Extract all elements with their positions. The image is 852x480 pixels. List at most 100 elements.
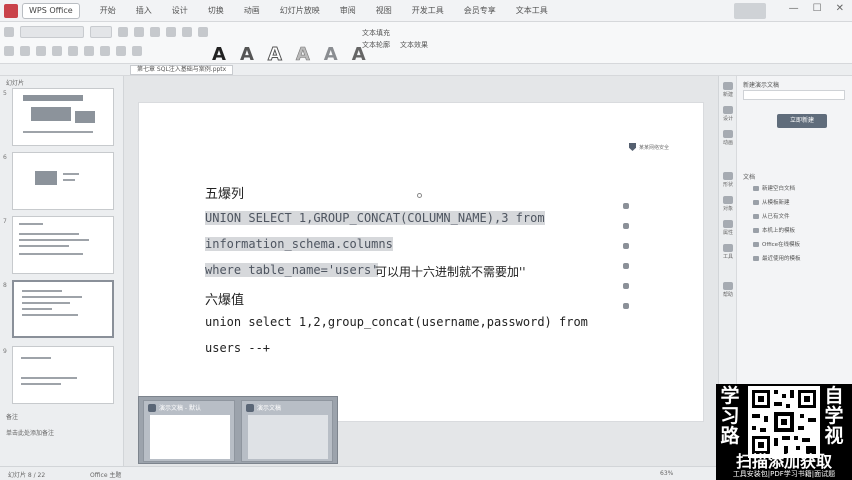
heading-column-dump: 五爆列 (205, 187, 245, 202)
strip-label: 属性 (722, 230, 733, 236)
create-new-button[interactable]: 立即新建 (777, 114, 827, 128)
maximize-icon[interactable]: ☐ (813, 3, 822, 14)
strip-design[interactable]: 设计 (722, 106, 734, 122)
slide-thumbnail-9[interactable] (12, 346, 114, 404)
qr-code-icon[interactable] (748, 386, 820, 458)
ribbon-row-1 (4, 26, 208, 38)
quick-tool-icon[interactable] (623, 263, 629, 269)
sql-line-4: union select 1,2,group_concat(username,p… (205, 315, 588, 329)
menu-item-design[interactable]: 设计 (172, 5, 188, 16)
menu-item-devtools[interactable]: 开发工具 (412, 5, 444, 16)
menu-item-member[interactable]: 会员专享 (464, 5, 496, 16)
document-tab[interactable]: 第七章 SQL注入基础与案例.pptx (130, 65, 234, 75)
italic-icon[interactable] (20, 46, 30, 56)
slide-thumbnail-5[interactable] (12, 88, 114, 146)
window-preview-1[interactable]: 演示文稿 - 默认 (143, 400, 235, 462)
menu-item-start[interactable]: 开始 (100, 5, 116, 16)
task-pane-item[interactable]: 从模板新建 (753, 198, 790, 206)
notes-label: 备注 (6, 414, 19, 421)
slide-thumbnail-8[interactable] (12, 280, 114, 338)
numbering-icon[interactable] (182, 27, 192, 37)
strip-animation[interactable]: 动画 (722, 130, 734, 146)
text-style-4[interactable]: A (296, 45, 311, 64)
menu-item-review[interactable]: 审阅 (340, 5, 356, 16)
close-icon[interactable]: ✕ (836, 3, 844, 14)
menu-item-texttools[interactable]: 文本工具 (516, 5, 548, 16)
text-outline-button[interactable]: 文本轮廓 (362, 40, 390, 50)
slide-thumbnail-7[interactable] (12, 216, 114, 274)
menu-item-animation[interactable]: 动画 (244, 5, 260, 16)
align-left-icon[interactable] (100, 46, 110, 56)
strip-help[interactable]: 帮助 (722, 282, 734, 298)
task-pane-item[interactable]: 从已有文件 (753, 212, 790, 220)
task-pane-item-label: 新建空白文档 (762, 186, 796, 192)
task-pane-item[interactable]: 本机上的模板 (753, 226, 795, 234)
grow-font-icon[interactable] (118, 27, 128, 37)
menu-item-slideshow[interactable]: 幻灯片放映 (280, 5, 320, 16)
slide-thumbnail-6[interactable] (12, 152, 114, 210)
font-name-select[interactable] (20, 26, 84, 38)
strip-object[interactable]: 对象 (722, 196, 734, 212)
task-pane-item-label: 最近使用的模板 (762, 256, 801, 262)
strip-properties[interactable]: 属性 (722, 220, 734, 236)
animation-icon (723, 130, 733, 138)
promo-char: 学 (824, 405, 844, 427)
shadow-icon[interactable] (68, 46, 78, 56)
text-fill-button[interactable]: 文本填充 (362, 28, 390, 38)
strip-new[interactable]: 新建 (722, 82, 734, 98)
window-preview-2[interactable]: 演示文稿 (241, 400, 333, 462)
doc-icon (753, 213, 759, 219)
app-logo-icon[interactable] (4, 3, 18, 18)
strip-label: 动画 (722, 140, 733, 146)
task-pane-item[interactable]: 新建空白文档 (753, 184, 795, 192)
text-effect-button[interactable]: 文本效果 (400, 40, 428, 50)
promo-char: 路 (720, 425, 740, 447)
thumb-number: 6 (3, 154, 7, 161)
new-icon (723, 82, 733, 90)
quick-tool-icon[interactable] (623, 283, 629, 289)
strip-shape[interactable]: 形状 (722, 172, 734, 188)
heading-value-dump: 六爆值 (205, 293, 245, 308)
menu-bar: WPS Office 开始 插入 设计 切换 动画 幻灯片放映 审阅 视图 开发… (0, 0, 852, 22)
quick-tool-icon[interactable] (623, 203, 629, 209)
template-search-input[interactable] (743, 90, 845, 100)
quick-tool-icon[interactable] (623, 223, 629, 229)
menu-item-view[interactable]: 视图 (376, 5, 392, 16)
task-pane-item-label: 本机上的模板 (762, 228, 796, 234)
strike-icon[interactable] (52, 46, 62, 56)
text-style-5[interactable]: A (324, 46, 338, 64)
account-button[interactable] (734, 3, 766, 19)
shrink-font-icon[interactable] (134, 27, 144, 37)
status-bar: 幻灯片 8 / 22 Office 主题 63% (0, 466, 716, 480)
font-size-select[interactable] (90, 26, 112, 38)
task-pane-item[interactable]: 最近使用的模板 (753, 254, 801, 262)
bold-icon[interactable] (4, 46, 14, 56)
underline-icon[interactable] (36, 46, 46, 56)
paste-icon[interactable] (4, 27, 14, 37)
text-style-3[interactable]: A (267, 45, 282, 64)
quick-tool-icon[interactable] (623, 243, 629, 249)
promo-char: 视 (824, 425, 844, 447)
strip-label: 设计 (722, 116, 733, 122)
window-controls: — ☐ ✕ (789, 3, 844, 14)
align-center-icon[interactable] (116, 46, 126, 56)
task-pane-item-label: 从模板新建 (762, 200, 790, 206)
app-tab[interactable]: WPS Office (22, 2, 80, 19)
current-slide[interactable]: 某某网络安全 五爆列 UNION SELECT 1,GROUP_CONCAT(C… (138, 102, 704, 422)
menu-item-transition[interactable]: 切换 (208, 5, 224, 16)
text-style-1[interactable]: A (212, 46, 226, 64)
task-pane-item[interactable]: Office在线模板 (753, 240, 800, 248)
align-right-icon[interactable] (132, 46, 142, 56)
clear-format-icon[interactable] (150, 27, 160, 37)
slide-thumbnails-panel: 幻灯片 5 6 7 8 9 备注 单击此处添加备注 (0, 76, 124, 466)
menu-item-insert[interactable]: 插入 (136, 5, 152, 16)
zoom-level[interactable]: 63% (660, 470, 673, 477)
quick-tool-icon[interactable] (623, 303, 629, 309)
bullets-icon[interactable] (166, 27, 176, 37)
minimize-icon[interactable]: — (789, 3, 799, 14)
add-notes-hint[interactable]: 单击此处添加备注 (6, 428, 54, 437)
font-color-icon[interactable] (84, 46, 94, 56)
strip-tools[interactable]: 工具 (722, 244, 734, 260)
indent-icon[interactable] (198, 27, 208, 37)
text-style-2[interactable]: A (240, 46, 254, 64)
